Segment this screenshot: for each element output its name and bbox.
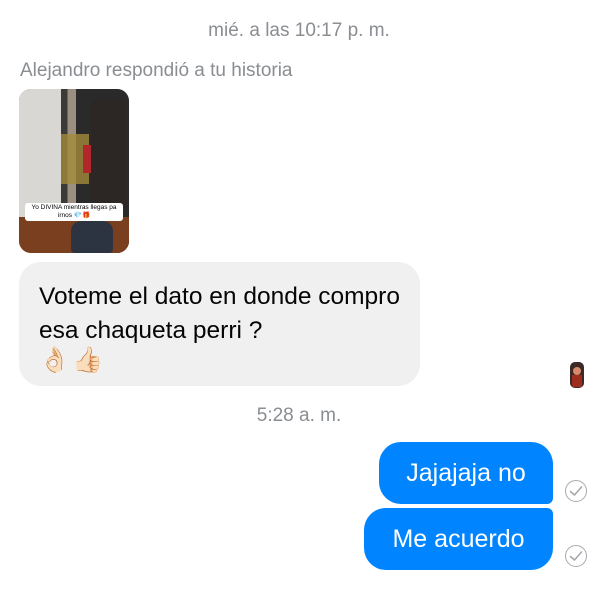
outgoing-message-bubble[interactable]: Jajajaja no xyxy=(379,442,553,504)
incoming-message-emoji: 👌🏻👍🏻 xyxy=(39,346,106,374)
seen-avatar-icon xyxy=(570,362,584,388)
story-image-coat xyxy=(91,99,127,209)
check-circle-icon xyxy=(565,480,587,502)
outgoing-message-text: Jajajaja no xyxy=(406,459,526,487)
check-circle-icon xyxy=(565,545,587,567)
incoming-message-text: Voteme el dato en donde compro esa chaqu… xyxy=(39,283,400,344)
timestamp: mié. a las 10:17 p. m. xyxy=(208,20,390,41)
story-image-bag xyxy=(71,221,113,253)
incoming-message-bubble[interactable]: Voteme el dato en donde compro esa chaqu… xyxy=(19,262,420,386)
timestamp: 5:28 a. m. xyxy=(256,405,342,426)
outgoing-message-bubble[interactable]: Me acuerdo xyxy=(364,508,553,570)
story-caption: Yo DIVINA mientras llegas pa irnos 💎🎁 xyxy=(25,203,123,221)
outgoing-message-text: Me acuerdo xyxy=(392,525,525,553)
story-thumbnail[interactable]: Yo DIVINA mientras llegas pa irnos 💎🎁 xyxy=(19,89,129,253)
story-reply-label: Alejandro respondió a tu historia xyxy=(20,60,293,81)
